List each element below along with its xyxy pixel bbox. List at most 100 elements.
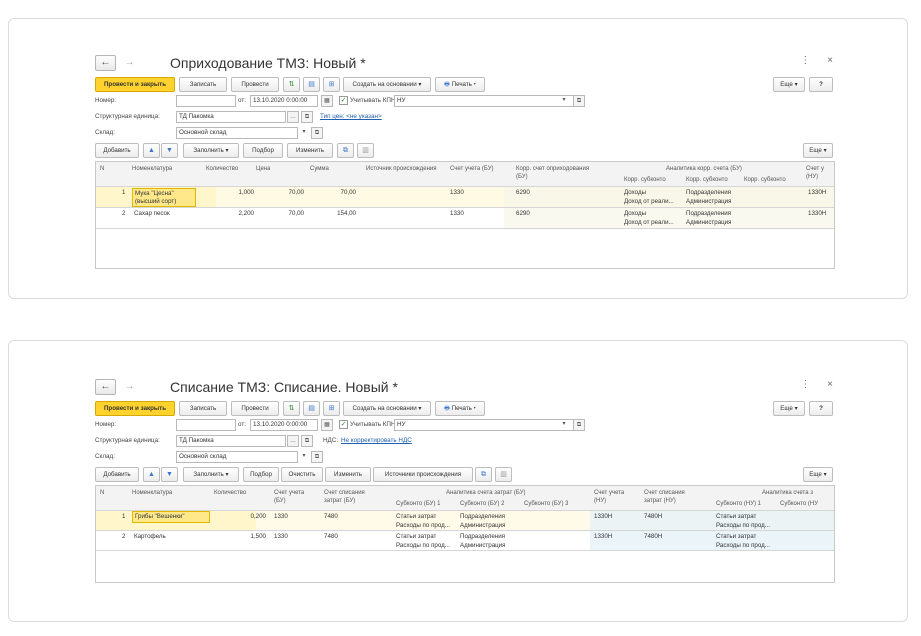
add-button[interactable]: Добавить — [95, 143, 139, 158]
report-icon[interactable]: ▤ — [303, 401, 320, 416]
table-row-writeoff: 7480 — [324, 533, 338, 540]
col-item: Номенклатура — [132, 166, 173, 172]
more-button[interactable]: Еще ▾ — [773, 77, 805, 92]
table-row-sub2: Подразделения — [686, 189, 731, 196]
create-based-on-button[interactable]: Создать на основании ▾ — [343, 401, 431, 416]
table-more-button[interactable]: Еще ▾ — [803, 467, 833, 482]
move-up-icon[interactable]: ▲ — [143, 143, 160, 158]
print-button[interactable]: 🖶 Печать ▾ — [435, 401, 485, 416]
help-button[interactable]: ? — [809, 401, 833, 416]
post-and-close-button[interactable]: Провести и закрыть — [95, 77, 175, 92]
open-icon[interactable]: ⧉ — [301, 111, 313, 123]
kpn-select[interactable]: НУ — [394, 95, 578, 107]
date-field[interactable]: 13.10.2020 0:00:00 — [250, 419, 318, 431]
structure-icon[interactable]: ⊞ — [323, 401, 340, 416]
table-row-n: 2 — [122, 210, 126, 217]
chevron-down-icon[interactable]: ▾ — [559, 419, 569, 429]
more-icon[interactable]: ⋮ — [800, 55, 810, 66]
number-label: Номер: — [95, 421, 117, 428]
pick-button[interactable]: Подбор — [243, 143, 283, 158]
close-icon[interactable]: × — [827, 55, 833, 66]
print-label: Печать ▾ — [451, 405, 476, 412]
select-dots-icon[interactable]: … — [287, 435, 299, 447]
close-icon[interactable]: × — [827, 379, 833, 390]
report-icon[interactable]: ▤ — [303, 77, 320, 92]
more-button[interactable]: Еще ▾ — [773, 401, 805, 416]
printer-icon: 🖶 — [444, 81, 450, 88]
document-icon[interactable]: ▥ — [357, 143, 374, 158]
vat-link[interactable]: Не корректировать НДС — [341, 435, 412, 446]
post-button[interactable]: Провести — [231, 77, 279, 92]
open-icon[interactable]: ⧉ — [573, 419, 585, 431]
change-button[interactable]: Изменить — [287, 143, 333, 158]
table-row-n: 2 — [122, 533, 126, 540]
date-field[interactable]: 13.10.2020 0:00:00 — [250, 95, 318, 107]
create-based-on-button[interactable]: Создать на основании ▾ — [343, 77, 431, 92]
col-sum: Сумма — [310, 166, 329, 172]
movements-icon[interactable]: ⇅ — [283, 401, 300, 416]
warehouse-field[interactable]: Основной склад — [176, 451, 298, 463]
copy-icon[interactable]: ⧉ — [475, 467, 492, 482]
price-type-link[interactable]: Тип цен: <не указан> — [320, 111, 382, 122]
open-icon[interactable]: ⧉ — [573, 95, 585, 107]
select-dots-icon[interactable]: … — [287, 111, 299, 123]
more-icon[interactable]: ⋮ — [800, 379, 810, 390]
table-row-item[interactable]: Грибы "Вешенки" — [132, 511, 210, 523]
unit-field[interactable]: ТД Пакомка — [176, 435, 286, 447]
movements-icon[interactable]: ⇅ — [283, 77, 300, 92]
warehouse-field[interactable]: Основной склад — [176, 127, 298, 139]
table-row-nu-sub1b: Расходы по прод... — [716, 542, 770, 549]
pick-button[interactable]: Подбор — [243, 467, 279, 482]
chevron-down-icon[interactable]: ▾ — [559, 95, 569, 105]
save-button[interactable]: Записать — [179, 401, 227, 416]
table-row-item[interactable]: Сахар песок — [134, 209, 170, 218]
post-and-close-button[interactable]: Провести и закрыть — [95, 401, 175, 416]
calendar-icon[interactable]: ▦ — [321, 95, 333, 107]
kpn-checkbox[interactable]: ✓ — [339, 96, 348, 105]
save-button[interactable]: Записать — [179, 77, 227, 92]
forward-button[interactable]: → — [119, 55, 140, 71]
unit-field[interactable]: ТД Пакомка — [176, 111, 286, 123]
kpn-checkbox[interactable]: ✓ — [339, 420, 348, 429]
table-row-account: 1330 — [450, 189, 464, 196]
structure-icon[interactable]: ⊞ — [323, 77, 340, 92]
document-icon[interactable]: ▥ — [495, 467, 512, 482]
copy-icon[interactable]: ⧉ — [337, 143, 354, 158]
post-button[interactable]: Провести — [231, 401, 279, 416]
open-icon[interactable]: ⧉ — [311, 127, 323, 139]
back-button[interactable]: ← — [95, 55, 116, 71]
col-qty: Количество — [206, 166, 239, 172]
calendar-icon[interactable]: ▦ — [321, 419, 333, 431]
col-account-bu: Счет учета (БУ) — [450, 166, 494, 172]
table-row-writeoff-nu: 7480Н — [644, 533, 663, 540]
help-button[interactable]: ? — [809, 77, 833, 92]
chevron-down-icon[interactable]: ▾ — [299, 127, 309, 137]
chevron-down-icon[interactable]: ▾ — [299, 451, 309, 461]
move-up-icon[interactable]: ▲ — [143, 467, 160, 482]
change-button[interactable]: Изменить — [325, 467, 371, 482]
move-down-icon[interactable]: ▼ — [161, 467, 178, 482]
col-sub-bu1: Субконто (БУ) 1 — [396, 501, 441, 507]
table-row-sub1: Статьи затрат — [396, 533, 437, 540]
fill-button[interactable]: Заполнить ▾ — [183, 467, 239, 482]
open-icon[interactable]: ⧉ — [311, 451, 323, 463]
sources-button[interactable]: Источники происхождения — [373, 467, 473, 482]
table-row-item[interactable]: Картофель — [134, 532, 166, 541]
table-row-price: 70,00 — [288, 210, 304, 217]
unit-label: Структурная единица: — [95, 437, 160, 444]
add-button[interactable]: Добавить — [95, 467, 139, 482]
table-row-item[interactable]: Мука "Цесна" (высший сорт) — [132, 188, 196, 207]
print-button[interactable]: 🖶 Печать ▾ — [435, 77, 485, 92]
open-icon[interactable]: ⧉ — [301, 435, 313, 447]
number-field[interactable] — [176, 95, 236, 107]
fill-button[interactable]: Заполнить ▾ — [183, 143, 239, 158]
move-down-icon[interactable]: ▼ — [161, 143, 178, 158]
forward-button[interactable]: → — [119, 379, 140, 395]
number-field[interactable] — [176, 419, 236, 431]
kpn-select[interactable]: НУ — [394, 419, 578, 431]
back-button[interactable]: ← — [95, 379, 116, 395]
table-row-sub2b: Администрация — [686, 198, 732, 205]
col-account-nu: Счет у (НУ) — [806, 166, 824, 180]
clear-button[interactable]: Очистить — [281, 467, 323, 482]
table-more-button[interactable]: Еще ▾ — [803, 143, 833, 158]
